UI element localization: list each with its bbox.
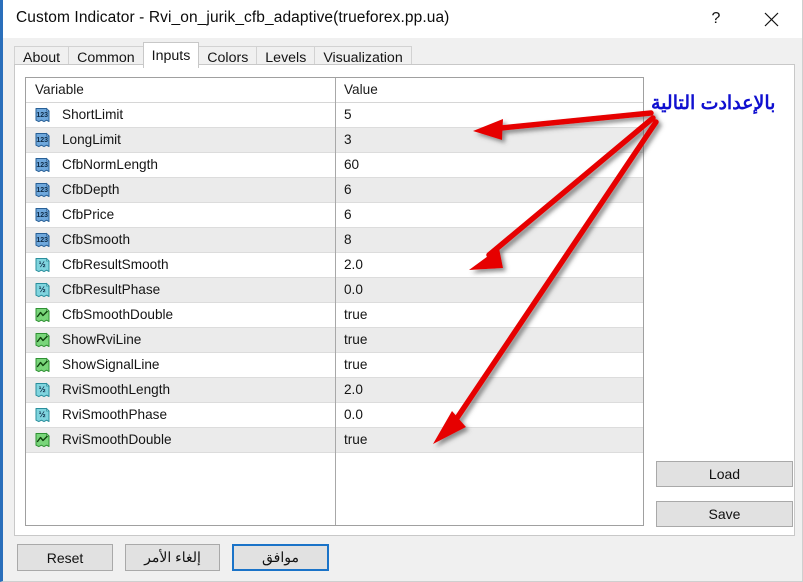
svg-text:123: 123 — [36, 187, 48, 194]
annotation-text: بالإعدادت التالية — [651, 93, 776, 114]
variable-value-cell[interactable]: 3 — [344, 132, 352, 147]
tab-label: Inputs — [151, 47, 191, 64]
column-header-variable: Variable — [35, 82, 84, 97]
int-icon: 123 — [34, 182, 51, 199]
variable-value-cell[interactable]: 8 — [344, 232, 352, 247]
variable-value-cell[interactable]: 0.0 — [344, 407, 363, 422]
variable-value-cell[interactable]: 6 — [344, 207, 352, 222]
svg-text:½: ½ — [39, 409, 46, 419]
inputs-table[interactable]: Variable Value 123 ShortLimit 5 123 LongLimi… — [25, 77, 644, 526]
cancel-button-label: إلغاء الأمر — [144, 549, 201, 565]
variable-name-cell: CfbNormLength — [62, 157, 158, 172]
variable-value-cell[interactable]: true — [344, 307, 367, 322]
double-icon: ½ — [34, 257, 51, 274]
variable-value-cell[interactable]: 2.0 — [344, 382, 363, 397]
double-icon: ½ — [34, 382, 51, 399]
svg-text:½: ½ — [39, 284, 46, 294]
variable-name-cell: RviSmoothLength — [62, 382, 171, 397]
variable-name-cell: LongLimit — [62, 132, 121, 147]
bool-icon — [34, 307, 51, 324]
double-icon: ½ — [35, 257, 50, 273]
double-icon: ½ — [35, 382, 50, 398]
close-icon — [764, 12, 778, 26]
variable-name-cell: ShowSignalLine — [62, 357, 160, 372]
variable-name-cell: ShortLimit — [62, 107, 124, 122]
window-title: Custom Indicator - Rvi_on_jurik_cfb_adap… — [16, 9, 450, 26]
column-header-value: Value — [344, 82, 378, 97]
close-button[interactable] — [748, 0, 794, 38]
variable-name-cell: RviSmoothDouble — [62, 432, 172, 447]
svg-text:½: ½ — [39, 259, 46, 269]
double-icon: ½ — [35, 407, 50, 423]
variable-name-cell: CfbSmoothDouble — [62, 307, 174, 322]
int-icon: 123 — [35, 132, 50, 148]
bool-icon — [34, 432, 51, 449]
variable-name-cell: CfbPrice — [62, 207, 115, 222]
int-icon: 123 — [35, 107, 50, 123]
variable-name-cell: ShowRviLine — [62, 332, 142, 347]
variable-value-cell[interactable]: true — [344, 332, 367, 347]
variable-value-cell[interactable]: true — [344, 432, 367, 447]
bool-icon — [35, 307, 50, 323]
bool-icon — [34, 357, 51, 374]
svg-text:123: 123 — [36, 237, 48, 244]
svg-text:½: ½ — [39, 384, 46, 394]
int-icon: 123 — [35, 182, 50, 198]
double-icon: ½ — [34, 282, 51, 299]
ok-button[interactable]: موافق — [232, 544, 329, 571]
help-button[interactable]: ? — [693, 0, 739, 38]
bool-icon — [35, 332, 50, 348]
question-mark-icon: ? — [711, 10, 721, 27]
int-icon: 123 — [34, 107, 51, 124]
int-icon: 123 — [34, 157, 51, 174]
double-icon: ½ — [34, 407, 51, 424]
bool-icon — [35, 432, 50, 448]
variable-name-cell: CfbResultPhase — [62, 282, 161, 297]
variable-value-cell[interactable]: true — [344, 357, 367, 372]
title-bar: Custom Indicator - Rvi_on_jurik_cfb_adap… — [3, 0, 802, 38]
load-button[interactable]: Load — [656, 461, 793, 487]
int-icon: 123 — [35, 207, 50, 223]
variable-name-cell: CfbSmooth — [62, 232, 131, 247]
dialog-footer: Reset إلغاء الأمر موافق — [3, 536, 802, 581]
svg-text:123: 123 — [36, 212, 48, 219]
custom-indicator-dialog: Custom Indicator - Rvi_on_jurik_cfb_adap… — [0, 0, 803, 582]
svg-text:123: 123 — [36, 137, 48, 144]
int-icon: 123 — [34, 207, 51, 224]
variable-value-cell[interactable]: 2.0 — [344, 257, 363, 272]
variable-name-cell: CfbResultSmooth — [62, 257, 169, 272]
save-button-label: Save — [708, 506, 741, 522]
double-icon: ½ — [35, 282, 50, 298]
int-icon: 123 — [34, 132, 51, 149]
variable-value-cell[interactable]: 60 — [344, 157, 359, 172]
save-button[interactable]: Save — [656, 501, 793, 527]
bool-icon — [35, 357, 50, 373]
variable-name-cell: CfbDepth — [62, 182, 120, 197]
ok-button-label: موافق — [262, 549, 299, 565]
load-button-label: Load — [708, 466, 741, 482]
int-icon: 123 — [35, 232, 50, 248]
variable-name-cell: RviSmoothPhase — [62, 407, 168, 422]
int-icon: 123 — [35, 157, 50, 173]
bool-icon — [34, 332, 51, 349]
cancel-button[interactable]: إلغاء الأمر — [125, 544, 220, 571]
column-divider — [335, 78, 336, 525]
variable-value-cell[interactable]: 0.0 — [344, 282, 363, 297]
svg-text:123: 123 — [36, 162, 48, 169]
inputs-panel: Variable Value 123 ShortLimit 5 123 LongLimi… — [14, 64, 795, 536]
reset-button[interactable]: Reset — [17, 544, 113, 571]
variable-value-cell[interactable]: 6 — [344, 182, 352, 197]
reset-button-label: Reset — [46, 549, 84, 566]
tab-inputs[interactable]: Inputs — [142, 42, 200, 68]
svg-text:123: 123 — [36, 112, 48, 119]
variable-value-cell[interactable]: 5 — [344, 107, 352, 122]
int-icon: 123 — [34, 232, 51, 249]
